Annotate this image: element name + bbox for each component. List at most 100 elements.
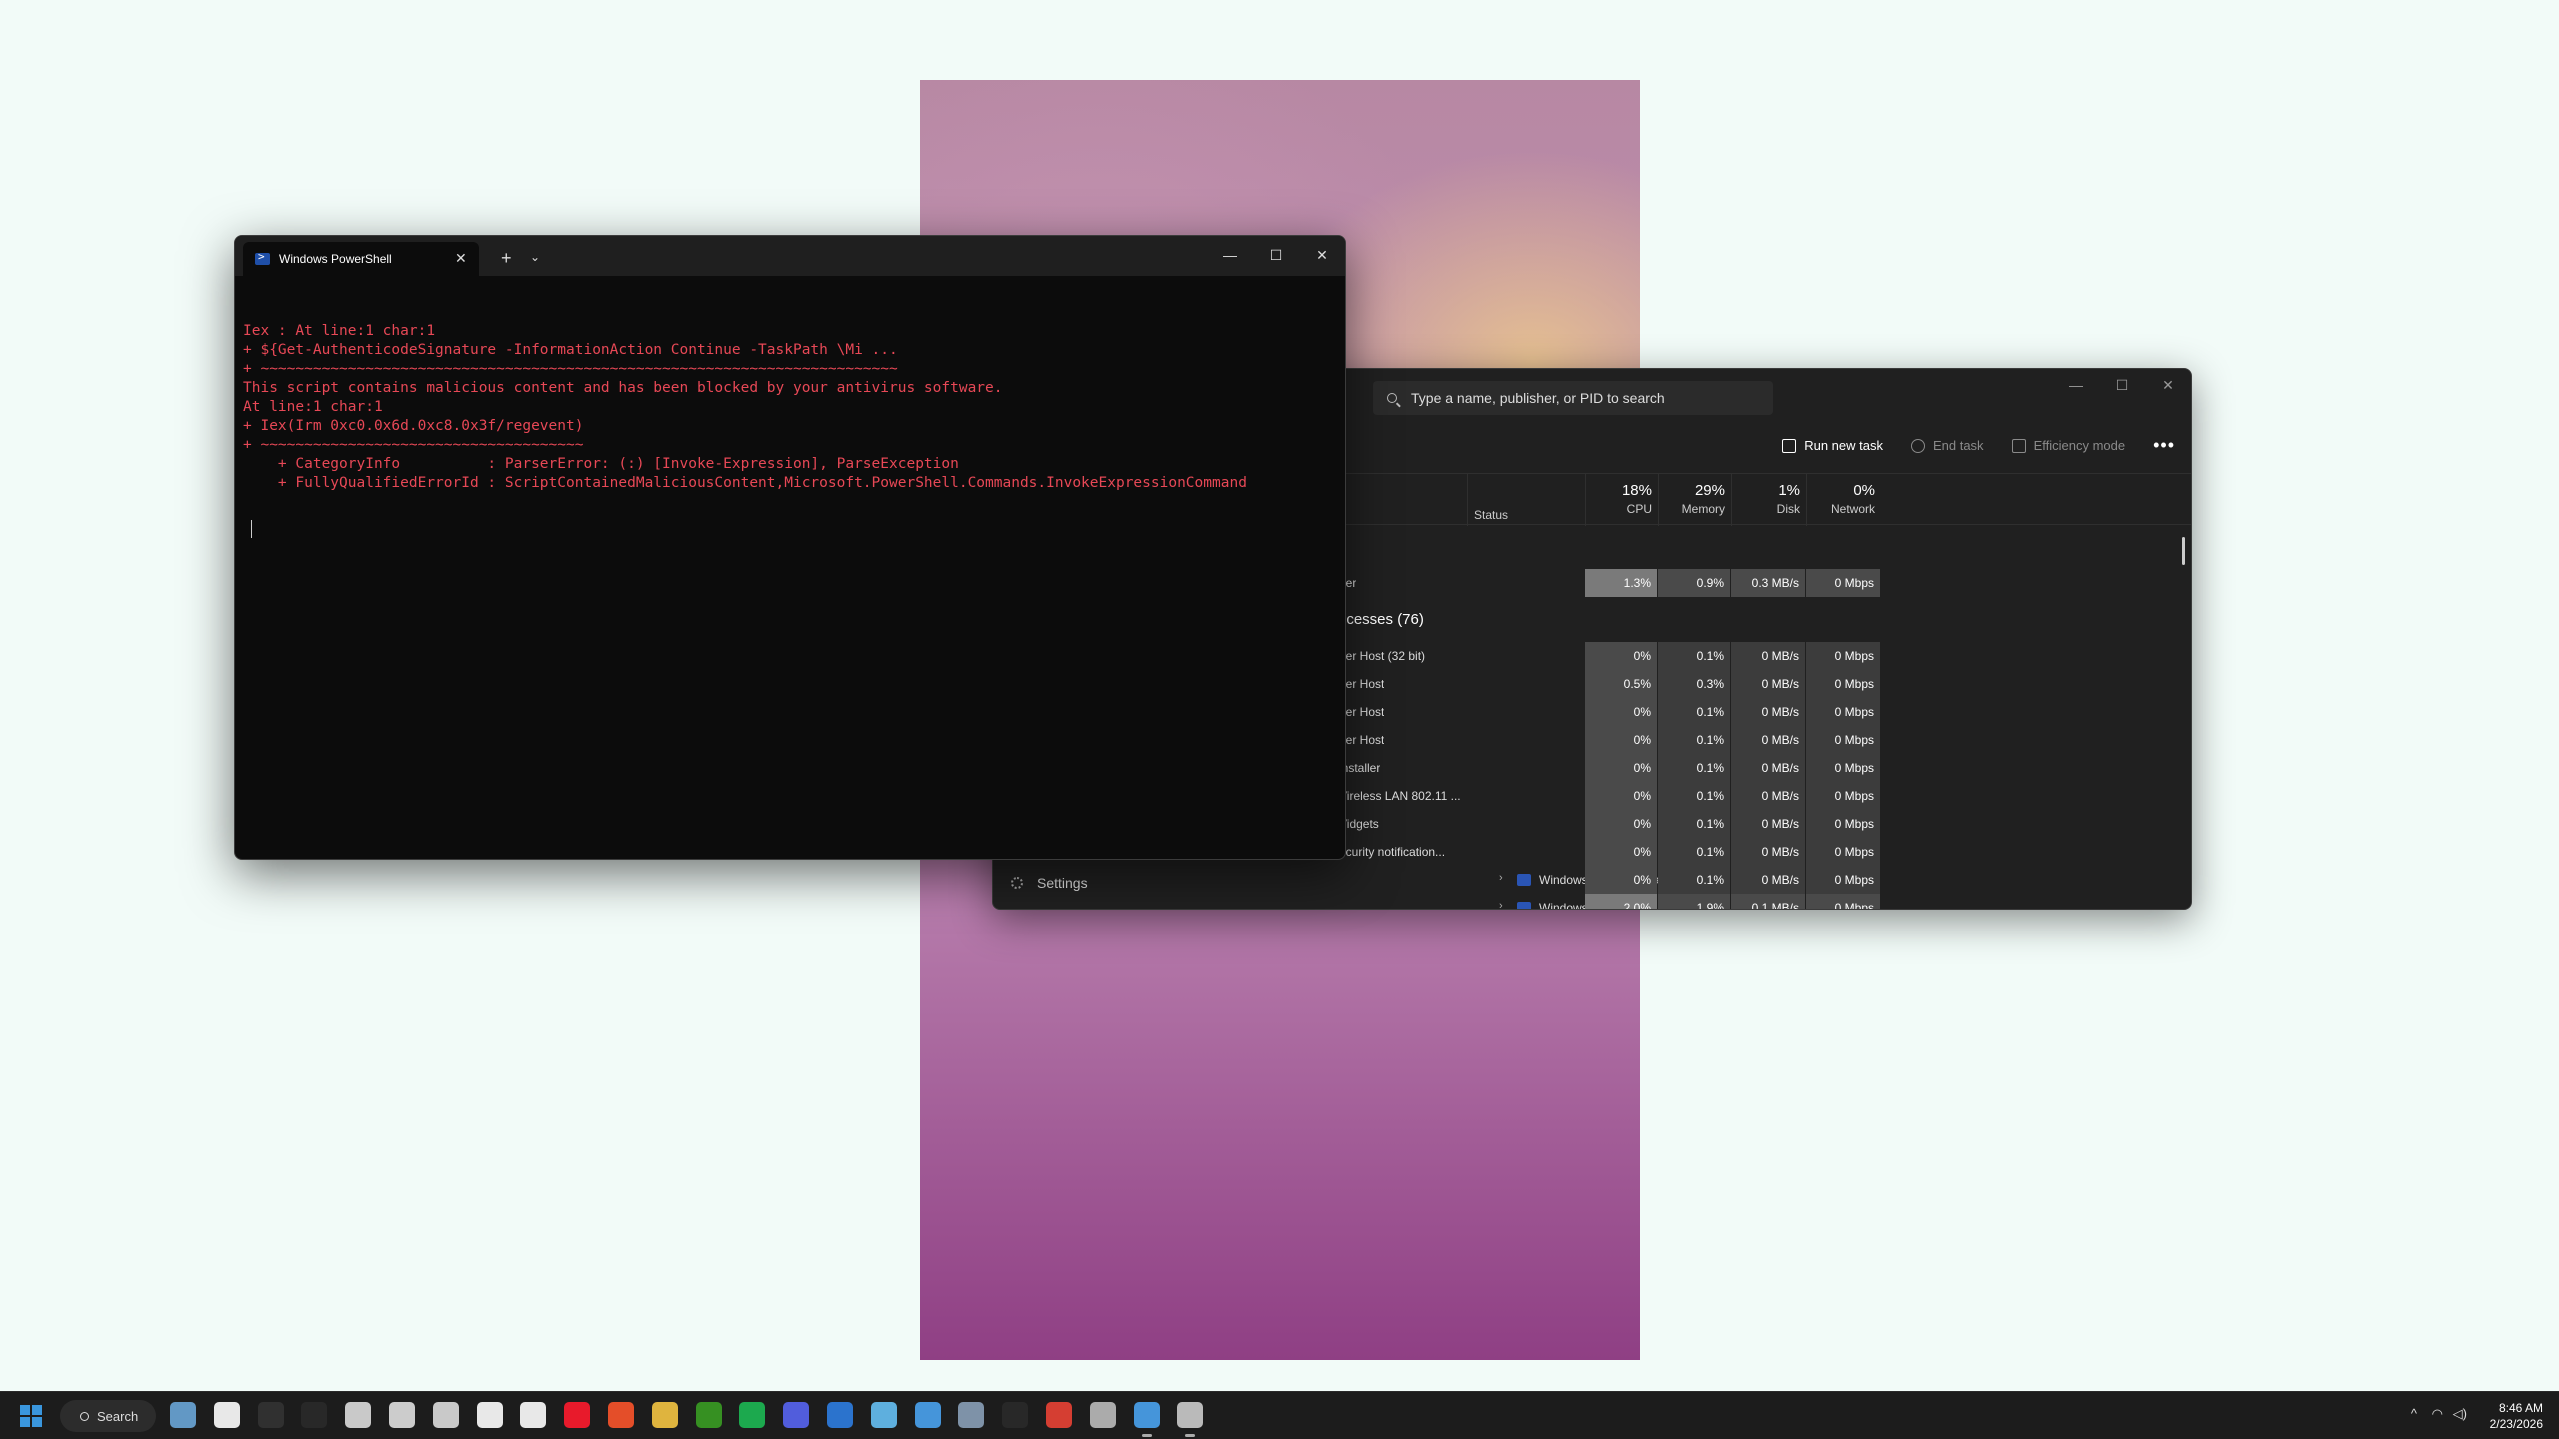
network-total: 0% [1853, 482, 1875, 499]
title-bar[interactable]: Windows PowerShell ✕ + ⌄ — ☐ ✕ [235, 236, 1345, 276]
table-row[interactable]: der Host 0% 0.1% 0 MB/s 0 Mbps [1237, 726, 2191, 754]
process-name: der Host (32 bit) [1339, 649, 1426, 663]
terminal-icon[interactable] [1177, 1402, 1204, 1428]
memory-column-header[interactable]: 29% Memory [1658, 474, 1731, 526]
close-button[interactable]: ✕ [2145, 369, 2191, 401]
windows-logo-icon [32, 1417, 42, 1427]
onn-icon[interactable] [520, 1402, 547, 1428]
process-network: 0 Mbps [1806, 810, 1880, 838]
notepad-icon[interactable] [914, 1402, 941, 1428]
calculator-icon[interactable] [958, 1402, 985, 1428]
network-column-header[interactable]: 0% Network [1806, 474, 1881, 526]
chevron-right-icon[interactable]: › [1499, 900, 1503, 909]
opera-icon[interactable] [564, 1402, 591, 1428]
table-row[interactable]: ›Windows Security Health Servi...0%0.1%0… [1237, 866, 2191, 894]
cpu-total: 18% [1621, 482, 1652, 499]
spotify-icon[interactable] [739, 1402, 766, 1428]
shield-app-icon[interactable] [432, 1402, 459, 1428]
discord-icon[interactable] [783, 1402, 810, 1428]
chevron-right-icon[interactable]: › [1499, 872, 1503, 884]
search-label: Search [97, 1408, 139, 1424]
process-disk: 0 MB/s [1731, 866, 1805, 894]
powershell-window[interactable]: Windows PowerShell ✕ + ⌄ — ☐ ✕ Iex : At … [234, 235, 1346, 860]
table-row[interactable]: Vidgets 0% 0.1% 0 MB/s 0 Mbps [1237, 810, 2191, 838]
task-manager-icon[interactable] [1133, 1402, 1160, 1428]
terminal-line: + FullyQualifiedErrorId : ScriptContaine… [243, 475, 1247, 491]
table-row[interactable]: installer 0% 0.1% 0 MB/s 0 Mbps [1237, 754, 2191, 782]
volume-icon[interactable]: ◁) [2453, 1406, 2467, 1422]
close-button[interactable]: ✕ [1299, 236, 1345, 274]
table-row[interactable]: der Host (32 bit) 0% 0.1% 0 MB/s 0 Mbps [1237, 642, 2191, 670]
gear-icon [1011, 877, 1023, 889]
process-disk: 0 MB/s [1731, 642, 1805, 670]
tab-powershell[interactable]: Windows PowerShell ✕ + ⌄ [243, 242, 711, 276]
process-memory: 0.1% [1658, 838, 1730, 866]
process-network: 0 Mbps [1806, 866, 1880, 894]
new-tab-button[interactable]: + [501, 248, 512, 269]
process-disk: 0 MB/s [1731, 698, 1805, 726]
blank-app-icon[interactable] [1002, 1402, 1029, 1428]
background-processes-group[interactable]: rocesses (76) [1333, 611, 1424, 628]
process-disk: 0 MB/s [1731, 810, 1805, 838]
process-memory: 0.1% [1658, 698, 1730, 726]
table-row[interactable]: ›Windows PowerShell2.0%1.9%0.1 MB/s0 Mbp… [1237, 894, 2191, 909]
steam-icon[interactable] [870, 1402, 897, 1428]
file-explorer-icon[interactable] [651, 1402, 678, 1428]
process-memory: 0.1% [1658, 726, 1730, 754]
powershell-icon [255, 250, 270, 265]
chrome-icon[interactable] [1046, 1402, 1072, 1428]
process-network: 0 Mbps [1806, 642, 1880, 670]
brave-icon[interactable] [608, 1402, 634, 1428]
start-button[interactable] [20, 1405, 42, 1427]
run-new-task-label: Run new task [1804, 438, 1883, 453]
settings-icon[interactable] [170, 1402, 196, 1428]
clock[interactable]: 8:46 AM 2/23/2026 [2490, 1400, 2543, 1432]
active-indicator [1185, 1434, 1196, 1437]
settings-nav-item[interactable]: Settings [1003, 865, 1088, 901]
pen-app-icon[interactable] [301, 1402, 328, 1428]
text-cursor [251, 520, 252, 538]
table-row[interactable]: der Host 0% 0.1% 0 MB/s 0 Mbps [1237, 698, 2191, 726]
disk-column-header[interactable]: 1% Disk [1731, 474, 1806, 526]
minecraft-icon[interactable] [695, 1402, 722, 1428]
notion-like-icon[interactable] [213, 1402, 240, 1428]
maximize-button[interactable]: ☐ [2099, 369, 2145, 401]
efficiency-mode-button[interactable]: Efficiency mode [2011, 438, 2126, 453]
table-row[interactable]: der Host 0.5% 0.3% 0 MB/s 0 Mbps [1237, 670, 2191, 698]
process-cpu: 0% [1585, 810, 1657, 838]
table-row[interactable]: Vireless LAN 802.11 ... 0% 0.1% 0 MB/s 0 Mbp… [1237, 782, 2191, 810]
process-cpu: 2.0% [1585, 894, 1657, 909]
scrollbar[interactable] [2182, 537, 2185, 565]
maximize-button[interactable]: ☐ [1253, 236, 1299, 274]
process-name: Vireless LAN 802.11 ... [1339, 789, 1461, 803]
tab-dropdown-button[interactable]: ⌄ [530, 250, 540, 264]
process-disk: 0.3 MB/s [1731, 569, 1805, 597]
table-row[interactable]: ecurity notification... 0% 0.1% 0 MB/s 0 Mbp… [1237, 838, 2191, 866]
minimize-button[interactable]: — [1207, 236, 1253, 274]
defender-icon[interactable] [827, 1402, 853, 1428]
epic-games-icon[interactable] [389, 1402, 415, 1428]
terminal-output[interactable]: Iex : At line:1 char:1 + ${Get-Authentico… [243, 284, 1337, 550]
tab-close-button[interactable]: ✕ [455, 250, 467, 267]
notion-icon[interactable] [476, 1402, 503, 1428]
taskbar-search[interactable]: Search [60, 1400, 156, 1432]
process-disk: 0 MB/s [1731, 838, 1805, 866]
vscode-like-icon[interactable] [1089, 1402, 1116, 1428]
circle-app-icon[interactable] [257, 1402, 284, 1428]
cpu-column-header[interactable]: 18% CPU [1585, 474, 1658, 526]
xbox-like-icon[interactable] [345, 1402, 372, 1428]
status-column-header[interactable]: Status [1467, 474, 1587, 526]
run-new-task-button[interactable]: Run new task [1782, 438, 1883, 453]
process-cpu: 0.5% [1585, 670, 1657, 698]
efficiency-mode-label: Efficiency mode [2033, 438, 2126, 453]
minimize-button[interactable]: — [2053, 369, 2099, 401]
table-row[interactable]: ger 1.3% 0.9% 0.3 MB/s 0 Mbps [1237, 569, 2191, 597]
chevron-up-icon[interactable]: ^ [2411, 1406, 2417, 1421]
process-cpu: 0% [1585, 642, 1657, 670]
more-options-button[interactable]: ••• [2153, 435, 2175, 456]
terminal-line: At line:1 char:1 [243, 399, 383, 415]
wifi-icon[interactable]: ◠ [2432, 1406, 2443, 1422]
process-memory: 0.1% [1658, 810, 1730, 838]
end-task-button[interactable]: End task [1910, 438, 1984, 453]
search-input[interactable]: Type a name, publisher, or PID to search [1373, 381, 1773, 415]
